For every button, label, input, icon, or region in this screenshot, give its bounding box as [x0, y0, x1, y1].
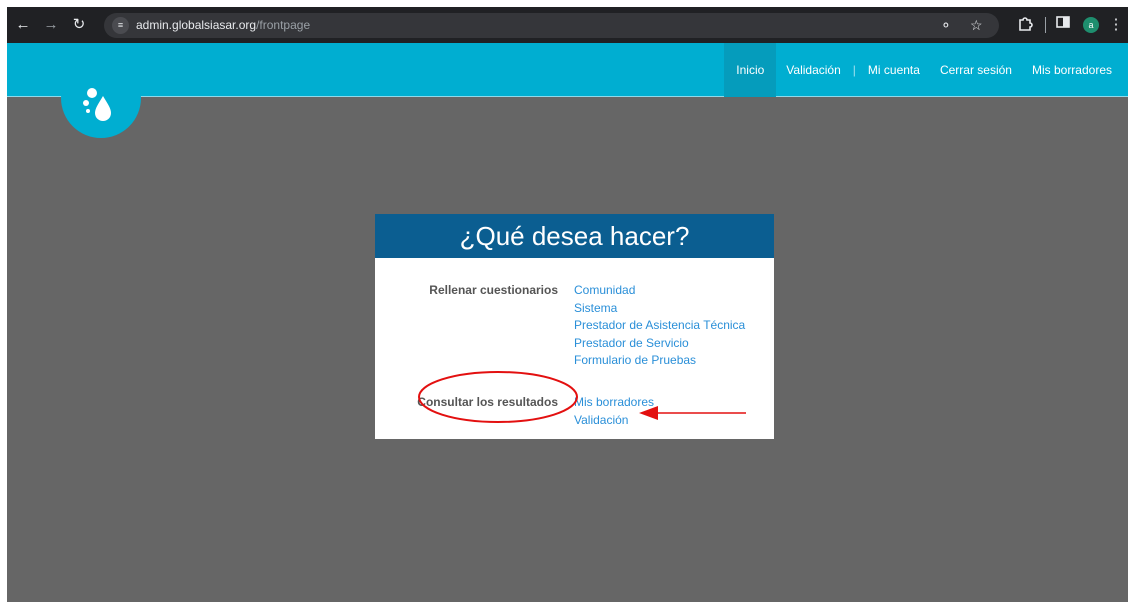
kebab-menu-icon[interactable]: ⋮: [1106, 15, 1126, 35]
back-icon[interactable]: ←: [13, 15, 33, 35]
site-settings-icon[interactable]: ≡: [112, 17, 129, 34]
card-title: ¿Qué desea hacer?: [375, 214, 774, 258]
puzzle-icon[interactable]: [1015, 15, 1035, 35]
nav-inicio[interactable]: Inicio: [724, 43, 777, 97]
nav-cerrar-sesion[interactable]: Cerrar sesión: [930, 43, 1022, 97]
reload-icon[interactable]: ↻: [69, 15, 89, 35]
forward-icon[interactable]: →: [41, 15, 61, 35]
site-header: Inicio Validación | Mi cuenta Cerrar ses…: [7, 43, 1128, 97]
nav-mis-borradores[interactable]: Mis borradores: [1022, 43, 1128, 97]
url-host: admin.globalsiasar.org: [136, 18, 257, 32]
browser-toolbar: ← → ↻ ≡ admin.globalsiasar.org/frontpage…: [7, 7, 1128, 43]
url-text[interactable]: admin.globalsiasar.org/frontpage: [136, 18, 310, 32]
fill-questionnaires-links: Comunidad Sistema Prestador de Asistenci…: [574, 282, 745, 370]
key-icon[interactable]: ⚬: [940, 16, 952, 35]
action-card: ¿Qué desea hacer? Rellenar cuestionarios…: [375, 214, 774, 439]
profile-avatar[interactable]: a: [1083, 17, 1099, 33]
screenshot-frame: ← → ↻ ≡ admin.globalsiasar.org/frontpage…: [7, 7, 1128, 602]
siasar-logo[interactable]: [61, 58, 141, 138]
nav-separator: |: [852, 63, 856, 77]
link-formulario-pruebas[interactable]: Formulario de Pruebas: [574, 352, 745, 370]
link-prestador-asistencia-tecnica[interactable]: Prestador de Asistencia Técnica: [574, 317, 745, 335]
link-validacion[interactable]: Validación: [574, 412, 654, 430]
star-icon[interactable]: ☆: [970, 16, 983, 35]
puzzle-icon-shape: [1019, 17, 1033, 31]
link-prestador-servicio[interactable]: Prestador de Servicio: [574, 335, 745, 353]
link-comunidad[interactable]: Comunidad: [574, 282, 745, 300]
results-label: Consultar los resultados: [417, 395, 558, 409]
main-nav: Inicio Validación | Mi cuenta Cerrar ses…: [724, 43, 1128, 97]
water-drops-logo-icon: [83, 88, 111, 121]
fill-questionnaires-label: Rellenar cuestionarios: [429, 283, 558, 297]
nav-validacion[interactable]: Validación: [776, 43, 850, 97]
results-links: Mis borradores Validación: [574, 394, 654, 429]
toolbar-divider: [1045, 17, 1046, 33]
side-panel-icon[interactable]: [1053, 15, 1073, 35]
link-sistema[interactable]: Sistema: [574, 300, 745, 318]
side-panel-icon-shape: [1056, 16, 1070, 28]
url-path: /frontpage: [256, 18, 311, 32]
address-bar[interactable]: ≡ admin.globalsiasar.org/frontpage ⚬ ☆: [104, 13, 999, 38]
link-mis-borradores[interactable]: Mis borradores: [574, 394, 654, 412]
nav-mi-cuenta[interactable]: Mi cuenta: [858, 43, 930, 97]
